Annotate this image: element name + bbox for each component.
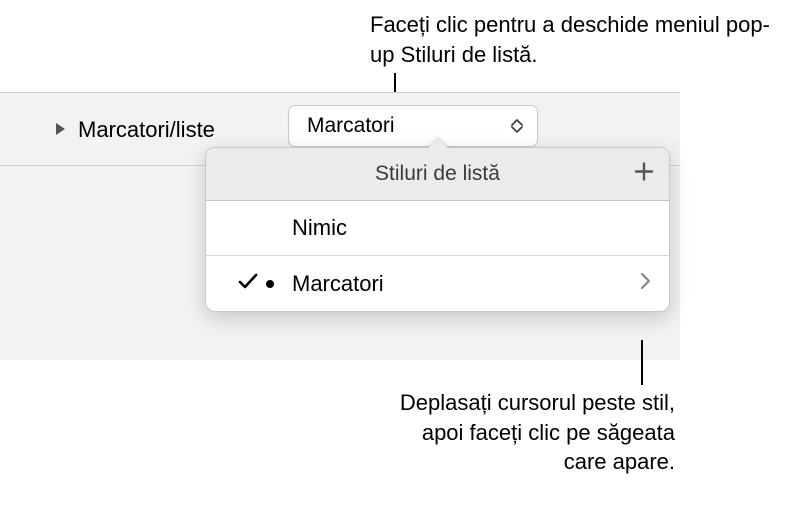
list-style-label: Marcatori (288, 271, 640, 297)
add-style-button[interactable] (633, 161, 655, 188)
disclosure-triangle-icon[interactable] (55, 122, 66, 139)
list-style-dropdown[interactable]: Marcatori (288, 105, 538, 147)
callout-leader-line-bottom (641, 340, 643, 385)
popover-header: Stiluri de listă (206, 148, 669, 201)
list-style-label: Nimic (238, 215, 651, 241)
list-styles-popover: Stiluri de listă Nimic Marcatori (205, 147, 670, 312)
bullet-icon (262, 280, 288, 288)
section-label-bullets-lists: Marcatori/liste (78, 117, 215, 143)
checkmark-icon (238, 272, 262, 296)
callout-bottom-text: Deplasați cursorul peste stil, apoi face… (395, 388, 675, 477)
list-style-item-bullets[interactable]: Marcatori (206, 256, 669, 311)
inspector-panel: Marcatori/liste Marcatori Stiluri de lis… (0, 92, 680, 360)
list-style-item-none[interactable]: Nimic (206, 201, 669, 256)
dropdown-selected-value: Marcatori (307, 114, 395, 138)
updown-chevron-icon (511, 119, 523, 133)
popover-title: Stiluri de listă (375, 162, 500, 186)
callout-top-text: Faceți clic pentru a deschide meniul pop… (370, 10, 770, 69)
chevron-right-icon[interactable] (640, 272, 651, 295)
